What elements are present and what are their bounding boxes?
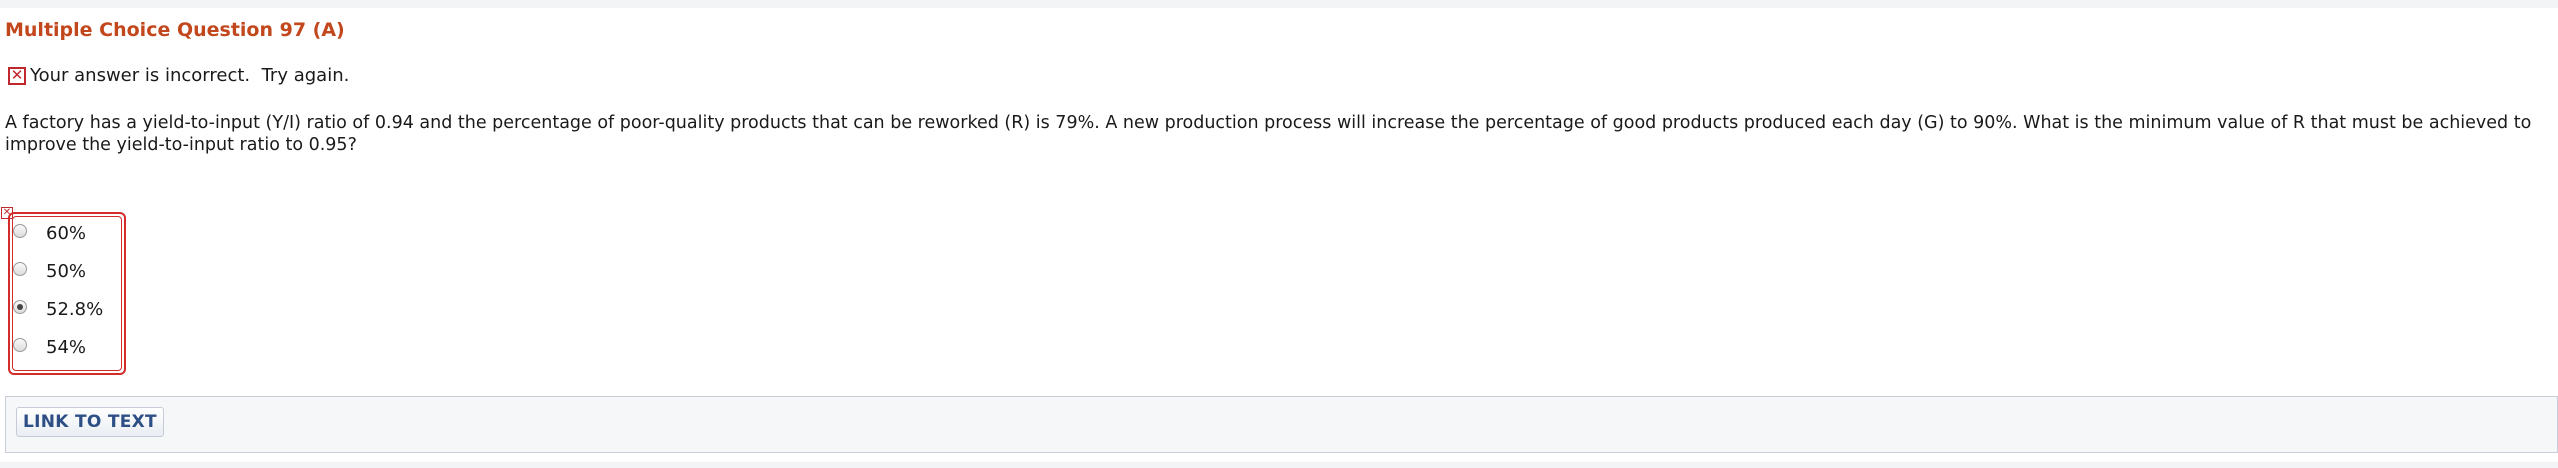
choice-option-2[interactable]: 50% xyxy=(13,261,86,282)
incorrect-icon: ✕ xyxy=(8,66,26,85)
link-to-text-button[interactable]: LINK TO TEXT xyxy=(16,407,164,437)
question-title: Multiple Choice Question 97 (A) xyxy=(5,19,345,41)
radio-button[interactable] xyxy=(13,223,27,238)
link-panel: LINK TO TEXT xyxy=(5,396,2558,453)
radio-button[interactable] xyxy=(13,261,27,276)
bottom-strip xyxy=(0,462,2558,468)
choice-label: 50% xyxy=(46,261,87,282)
choice-label: 54% xyxy=(46,337,87,358)
question-text: A factory has a yield-to-input (Y/I) rat… xyxy=(5,113,2532,155)
feedback-message: ✕ Your answer is incorrect. Try again. xyxy=(8,65,349,86)
choice-label: 52.8% xyxy=(46,299,104,320)
choice-option-1[interactable]: 60% xyxy=(13,223,86,244)
radio-button[interactable] xyxy=(13,337,27,352)
choice-option-3[interactable]: 52.8% xyxy=(13,299,103,320)
choice-label: 60% xyxy=(46,223,87,244)
radio-button-selected[interactable] xyxy=(13,299,27,314)
choice-option-4[interactable]: 54% xyxy=(13,337,86,358)
top-strip xyxy=(0,0,2558,8)
feedback-text: Your answer is incorrect. Try again. xyxy=(30,65,350,86)
